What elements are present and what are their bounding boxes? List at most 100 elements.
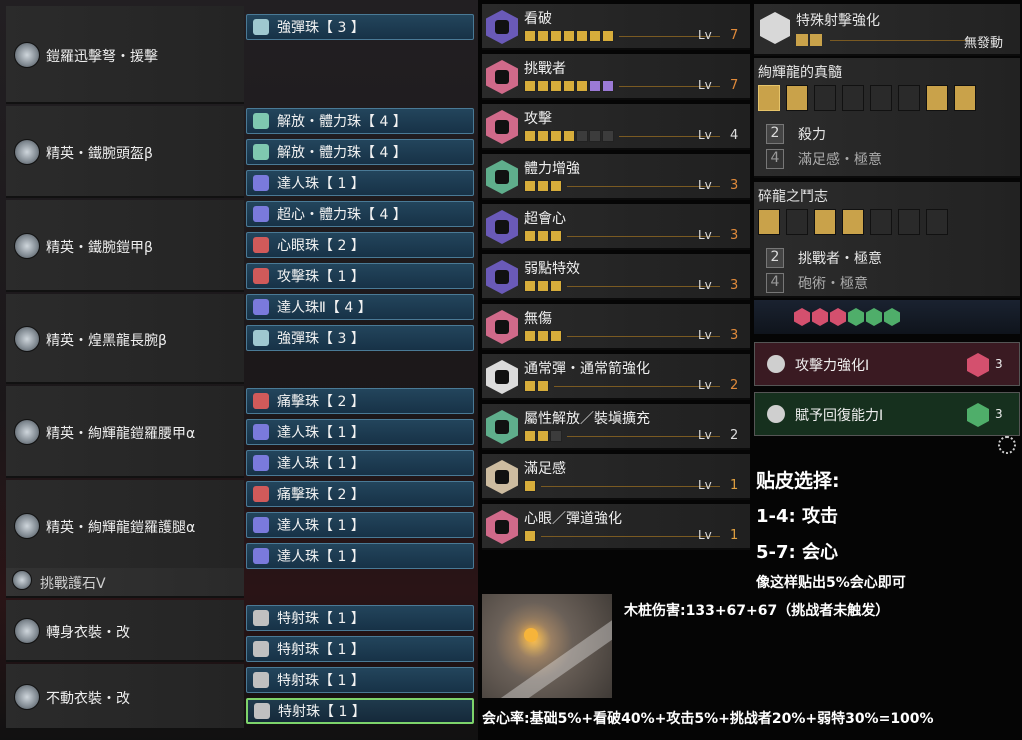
skill-name: 挑戰者 (524, 61, 566, 77)
loading-spinner-icon (998, 436, 1016, 454)
skill-icon (486, 10, 518, 44)
decoration-slot[interactable]: 攻擊珠【 1 】 (246, 263, 474, 289)
decoration-jewel-icon (253, 455, 269, 471)
decoration-slot[interactable]: 達人珠【 1 】 (246, 170, 474, 196)
decoration-slot[interactable]: 解放・體力珠【 4 】 (246, 139, 474, 165)
decoration-slot[interactable]: 特射珠【 1 】 (246, 605, 474, 631)
armor-piece-icon (12, 570, 32, 590)
decoration-label: 特射珠【 1 】 (278, 704, 366, 720)
decoration-slot[interactable]: 達人珠Ⅱ【 4 】 (246, 294, 474, 320)
equipment-slot[interactable]: 精英・鐵腕鎧甲β (6, 200, 244, 292)
decoration-slot[interactable]: 特射珠【 1 】 (246, 667, 474, 693)
skill-icon (486, 110, 518, 144)
set-bonus-panel-1[interactable]: 絢輝龍的真髓 2 殺力 4 滿足感・極意 (754, 58, 1020, 178)
skill-icon (486, 160, 518, 194)
skill-level-value: 3 (730, 228, 739, 243)
equipment-name: 精英・煌黑龍長腕β (46, 333, 167, 349)
equipment-slot[interactable]: 精英・鐵腕頭盔β (6, 106, 244, 198)
equipment-slot[interactable]: 鎧羅迅擊弩・援擊 (6, 6, 244, 104)
skill-name: 體力增強 (524, 161, 580, 177)
kit-count: 3 (995, 407, 1003, 421)
set-bonus-1-skill-a: 殺力 (798, 127, 826, 143)
equipment-name: 挑戰護石Ⅴ (40, 576, 106, 592)
damage-note: 木桩伤害:133+67+67（挑战者未触发） (624, 603, 890, 619)
decoration-label: 達人珠【 1 】 (277, 425, 365, 441)
kit-gem-row (754, 300, 1020, 334)
skill-level-bar (524, 530, 536, 542)
skill-row[interactable]: 滿足感 Lv 1 (482, 454, 750, 500)
kit-row[interactable]: 攻擊力強化Ⅰ 3 (754, 342, 1020, 386)
decoration-label: 強彈珠【 3 】 (277, 20, 365, 36)
set-bonus-1-pieces-b: 4 (766, 149, 784, 169)
decoration-jewel-icon (254, 703, 270, 719)
skill-row[interactable]: 超會心 Lv 3 (482, 204, 750, 250)
skill-name: 看破 (524, 11, 552, 27)
skill-row[interactable]: 體力增強 Lv 3 (482, 154, 750, 200)
equipment-name: 精英・鐵腕頭盔β (46, 146, 153, 162)
decoration-slot[interactable]: 超心・體力珠【 4 】 (246, 201, 474, 227)
note-line-1: 1-4: 攻击 (756, 506, 838, 527)
equipment-slot[interactable]: 挑戰護石Ⅴ (6, 568, 244, 598)
crit-rate-note: 会心率:基础5%+看破40%+攻击5%+挑战者20%+弱特30%=100% (482, 711, 934, 727)
decoration-jewel-icon (253, 641, 269, 657)
skill-level-label: Lv (698, 478, 712, 492)
skill-level-bar (524, 380, 549, 392)
skill-level-label: Lv (698, 278, 712, 292)
equipment-slot[interactable]: 精英・絢輝龍鎧羅護腿α (6, 480, 244, 572)
skill-level-label: Lv (698, 128, 712, 142)
skill-level-value: 7 (730, 28, 739, 43)
skill-level-value: 2 (730, 428, 739, 443)
skill-level-value: 7 (730, 78, 739, 93)
skill-icon (486, 360, 518, 394)
decoration-slot[interactable]: 強彈珠【 3 】 (246, 325, 474, 351)
skill-level-label: Lv (698, 178, 712, 192)
decoration-slot[interactable]: 痛擊珠【 2 】 (246, 481, 474, 507)
skill-level-value: 3 (730, 278, 739, 293)
decoration-slot[interactable]: 達人珠【 1 】 (246, 512, 474, 538)
skill-row[interactable]: 屬性解放／裝塡擴充 Lv 2 (482, 404, 750, 450)
set-bonus-2-pieces-a: 2 (766, 248, 784, 268)
decoration-slot[interactable]: 解放・體力珠【 4 】 (246, 108, 474, 134)
set-bonus-panel-2[interactable]: 碎龍之鬥志 2 挑戰者・極意 4 砲術・極意 (754, 182, 1020, 298)
decoration-slot[interactable]: 達人珠【 1 】 (246, 543, 474, 569)
decoration-slot[interactable]: 強彈珠【 3 】 (246, 14, 474, 40)
skill-name: 超會心 (524, 211, 566, 227)
set-bonus-1-skill-b: 滿足感・極意 (798, 152, 882, 168)
decoration-slot[interactable]: 特射珠【 1 】 (246, 636, 474, 662)
decoration-slot[interactable]: 痛擊珠【 2 】 (246, 388, 474, 414)
decoration-slot[interactable]: 達人珠【 1 】 (246, 450, 474, 476)
skill-row[interactable]: 弱點特效 Lv 3 (482, 254, 750, 300)
decoration-slot[interactable]: 達人珠【 1 】 (246, 419, 474, 445)
skill-level-bar (524, 280, 562, 292)
armor-piece-icon (14, 513, 40, 539)
special-skill-panel[interactable]: 特殊射擊強化 無發動 (754, 4, 1020, 56)
skill-row[interactable]: 攻擊 Lv 4 (482, 104, 750, 150)
equipment-slot[interactable]: 精英・絢輝龍鎧羅腰甲α (6, 386, 244, 478)
skill-level-bar (524, 430, 562, 442)
equipment-slot[interactable]: 不動衣裝・改 (6, 664, 244, 730)
decoration-jewel-icon (253, 268, 269, 284)
skill-icon (486, 260, 518, 294)
skill-row[interactable]: 挑戰者 Lv 7 (482, 54, 750, 100)
set-bonus-2-pieces-b: 4 (766, 273, 784, 293)
skill-row[interactable]: 心眼／彈道強化 Lv 1 (482, 504, 750, 550)
skill-level-label: Lv (698, 528, 712, 542)
decoration-slot[interactable]: 特射珠【 1 】 (246, 698, 474, 724)
skill-row[interactable]: 看破 Lv 7 (482, 4, 750, 50)
kit-row[interactable]: 賦予回復能力Ⅰ 3 (754, 392, 1020, 436)
decoration-label: 達人珠【 1 】 (277, 176, 365, 192)
armor-piece-icon (14, 42, 40, 68)
decoration-slot[interactable]: 心眼珠【 2 】 (246, 232, 474, 258)
decoration-label: 解放・體力珠【 4 】 (277, 114, 407, 130)
set-bonus-1-pieces-a: 2 (766, 124, 784, 144)
decoration-jewel-icon (253, 517, 269, 533)
equipment-slot[interactable]: 精英・煌黑龍長腕β (6, 294, 244, 384)
skill-row[interactable]: 通常彈・通常箭強化 Lv 2 (482, 354, 750, 400)
skill-row[interactable]: 無傷 Lv 3 (482, 304, 750, 350)
skill-level-value: 1 (730, 528, 739, 543)
equipment-slot[interactable]: 轉身衣裝・改 (6, 600, 244, 662)
decoration-label: 特射珠【 1 】 (277, 673, 365, 689)
kit-gem-icon (967, 353, 989, 377)
skill-level-label: Lv (698, 428, 712, 442)
decoration-jewel-icon (253, 299, 269, 315)
